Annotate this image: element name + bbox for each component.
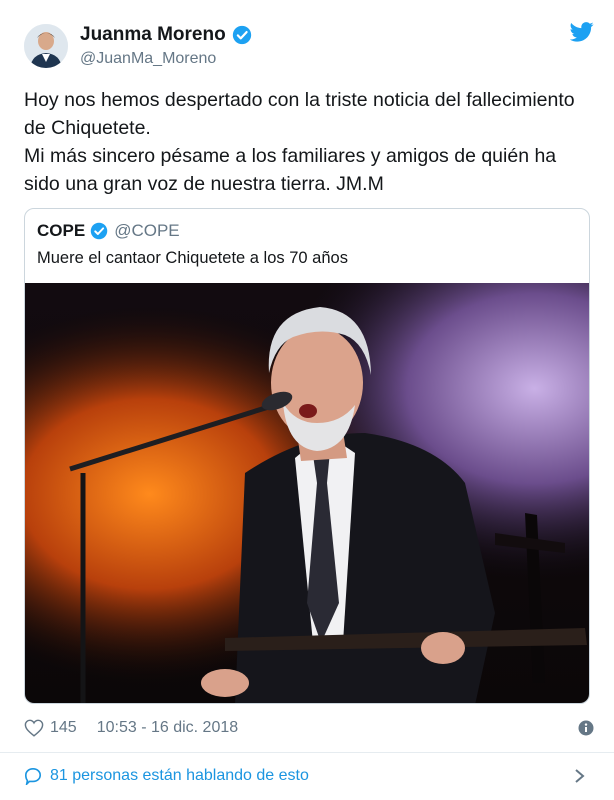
- heart-icon[interactable]: [24, 719, 44, 737]
- quoted-photo[interactable]: [25, 283, 590, 704]
- quoted-tweet[interactable]: COPE @COPE Muere el cantaor Chiquetete a…: [24, 208, 590, 704]
- tweet-timestamp[interactable]: 10:53 - 16 dic. 2018: [97, 719, 238, 737]
- tweet-text-line-1: Hoy nos hemos despertado con la triste n…: [24, 89, 575, 139]
- info-icon[interactable]: [578, 720, 594, 736]
- tweet-header: Juanma Moreno @JuanMa_Moreno: [24, 18, 594, 74]
- tweet-card: Juanma Moreno @JuanMa_Moreno Hoy nos hem…: [0, 0, 614, 800]
- comment-bubble-icon: [24, 767, 42, 785]
- quoted-header: COPE @COPE: [37, 221, 180, 241]
- verified-icon: [232, 25, 251, 45]
- tweet-text-line-2: Mi más sincero pésame a los familiares y…: [24, 145, 557, 195]
- conversation-link[interactable]: 81 personas están hablando de esto: [24, 764, 594, 788]
- tweet-meta: 145 10:53 - 16 dic. 2018: [24, 716, 594, 740]
- twitter-bird-icon[interactable]: [570, 22, 594, 42]
- author-name[interactable]: Juanma Moreno: [80, 24, 226, 46]
- quoted-author-name: COPE: [37, 221, 86, 240]
- avatar[interactable]: [24, 24, 68, 68]
- quoted-text: Muere el cantaor Chiquetete a los 70 año…: [37, 249, 348, 267]
- chevron-right-icon[interactable]: [574, 768, 586, 784]
- author-row: Juanma Moreno: [80, 24, 252, 46]
- author-handle[interactable]: @JuanMa_Moreno: [80, 50, 216, 68]
- verified-icon: [90, 222, 108, 240]
- tweet-body: Hoy nos hemos despertado con la triste n…: [24, 86, 594, 198]
- like-count: 145: [50, 719, 77, 736]
- conversation-text[interactable]: 81 personas están hablando de esto: [50, 767, 309, 785]
- divider: [0, 752, 614, 753]
- quoted-author-handle: @COPE: [114, 221, 180, 240]
